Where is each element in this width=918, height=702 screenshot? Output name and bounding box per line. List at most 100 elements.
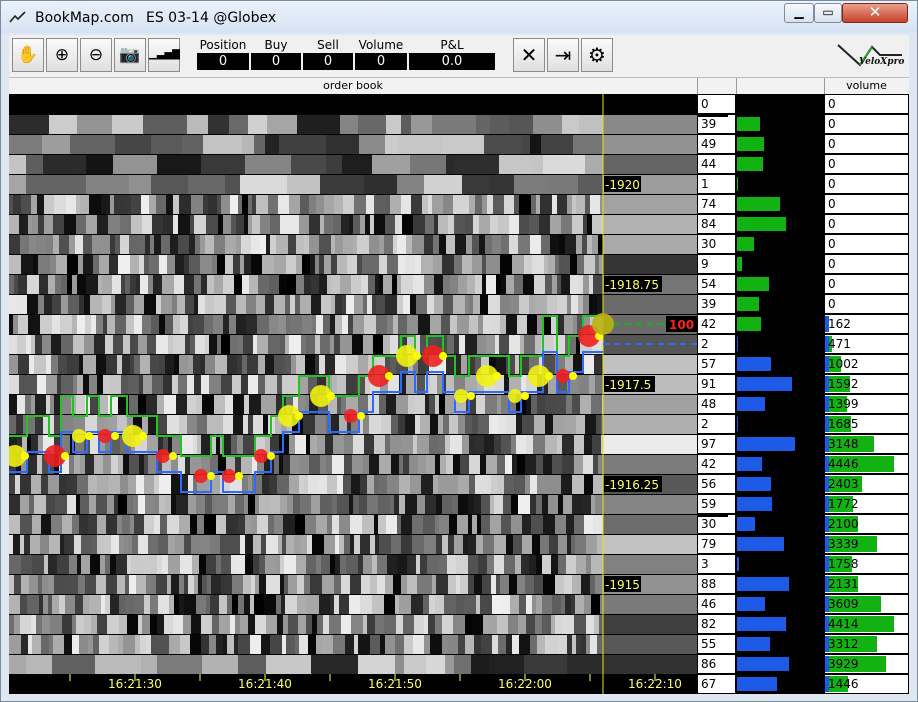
heatmap-cell: [297, 115, 340, 134]
order-size-cell[interactable]: 54: [698, 275, 735, 293]
minimize-button[interactable]: ▁: [784, 3, 814, 23]
heatmap-cell: [242, 355, 247, 374]
order-size-cell[interactable]: 67: [698, 675, 735, 693]
ladder-row[interactable]: 56 2403: [697, 474, 909, 494]
order-size-cell[interactable]: 44: [698, 155, 735, 173]
zoom-out-icon[interactable]: ⊖: [80, 38, 112, 72]
ladder-row[interactable]: 30 0: [697, 234, 909, 254]
heatmap-cell: [221, 95, 259, 114]
order-size-cell[interactable]: 42: [698, 455, 735, 473]
heatmap-cell: [447, 335, 454, 354]
heatmap-cell: [475, 435, 484, 454]
volume-cell: 0: [825, 235, 908, 253]
heatmap-cell: [340, 275, 351, 294]
trade-dot: [194, 469, 208, 483]
heatmap-cell: [558, 495, 563, 514]
ladder-row[interactable]: 00: [697, 94, 909, 114]
cancel-orders-icon[interactable]: ✕: [513, 38, 545, 72]
zoom-in-icon[interactable]: ⊕: [46, 38, 78, 72]
order-size-cell[interactable]: 57: [698, 355, 735, 373]
order-size-cell[interactable]: 9: [698, 255, 735, 273]
heatmap-cell: [173, 215, 178, 234]
order-size-cell[interactable]: 55: [698, 635, 735, 653]
ladder-row[interactable]: 48 1399: [697, 394, 909, 414]
order-size-cell[interactable]: 79: [698, 535, 735, 553]
ladder-row[interactable]: 86 3929: [697, 654, 909, 674]
ladder-row[interactable]: 84 0: [697, 214, 909, 234]
ladder-row[interactable]: 44 0: [697, 154, 909, 174]
order-size-cell[interactable]: 82: [698, 615, 735, 633]
heatmap-cell: [510, 295, 519, 314]
ladder-row[interactable]: 42 4446: [697, 454, 909, 474]
order-book-heatmap[interactable]: 16:21:30 16:21:40 16:21:50 16:22:00 16:22:10…: [9, 94, 697, 694]
ladder-row[interactable]: 39 0: [697, 294, 909, 314]
order-size-cell[interactable]: 88: [698, 575, 735, 593]
order-size-cell[interactable]: 84: [698, 215, 735, 233]
maximize-button[interactable]: ▭: [814, 3, 842, 23]
ladder-row[interactable]: 30 2100: [697, 514, 909, 534]
order-size-cell[interactable]: 39: [698, 295, 735, 313]
ladder-row[interactable]: 55 3312: [697, 634, 909, 654]
order-size-cell[interactable]: 1: [698, 175, 735, 193]
heatmap-cell: [326, 155, 342, 174]
order-size-cell[interactable]: 42: [698, 315, 735, 333]
trade-dot: [295, 412, 303, 420]
order-size-cell[interactable]: 30: [698, 515, 735, 533]
ladder-row[interactable]: 91 1592: [697, 374, 909, 394]
order-size-cell[interactable]: 91: [698, 375, 735, 393]
ladder-row[interactable]: 79 3339: [697, 534, 909, 554]
order-size-cell[interactable]: 97: [698, 435, 735, 453]
close-button[interactable]: ✕: [842, 3, 908, 23]
camera-icon[interactable]: 📷: [114, 38, 146, 72]
ladder-row[interactable]: 3 1758: [697, 554, 909, 574]
order-size-cell[interactable]: 59: [698, 495, 735, 513]
ladder-row[interactable]: 57 1002: [697, 354, 909, 374]
order-size-cell[interactable]: 30: [698, 235, 735, 253]
ladder-row[interactable]: 46 3609: [697, 594, 909, 614]
ladder-row[interactable]: 88 2131: [697, 574, 909, 594]
ladder-row[interactable]: 67 1446: [697, 674, 909, 694]
order-size-cell[interactable]: 39: [698, 115, 735, 133]
order-size-cell[interactable]: 46: [698, 595, 735, 613]
ladder-row[interactable]: 10: [697, 174, 909, 194]
signal-bars-icon[interactable]: ▁▃▅▇: [148, 38, 180, 72]
ladder-row[interactable]: 2 1685: [697, 414, 909, 434]
heatmap-cell: [552, 195, 557, 214]
order-size-cell[interactable]: 86: [698, 655, 735, 673]
heatmap-cell: [89, 375, 97, 394]
order-size-cell[interactable]: 2: [698, 335, 735, 353]
order-size-cell[interactable]: 0: [698, 95, 735, 113]
ladder-row[interactable]: 54 0: [697, 274, 909, 294]
heatmap-cell: [86, 175, 129, 194]
order-size-cell[interactable]: 3: [698, 555, 735, 573]
heatmap-cell: [55, 275, 61, 294]
heatmap-cell: [164, 615, 173, 634]
ladder-row[interactable]: 39 0: [697, 114, 909, 134]
order-size-cell[interactable]: 2: [698, 415, 735, 433]
heatmap-cell: [206, 215, 218, 234]
price-ladder[interactable]: 0 0 39 0 49 0 44 0 1 0 74 0 84 0 30 0 9 0 54 0 39 0 42 162 2 471 5…: [697, 94, 909, 694]
order-size-cell[interactable]: 74: [698, 195, 735, 213]
ladder-row[interactable]: 59 1772: [697, 494, 909, 514]
ladder-row[interactable]: 82 4414: [697, 614, 909, 634]
ladder-row[interactable]: 42 162: [697, 314, 909, 334]
exit-position-icon[interactable]: ⇥: [547, 38, 579, 72]
heatmap-cell: [358, 655, 395, 674]
volume-text: 1758: [828, 557, 859, 571]
heatmap-cell: [80, 95, 96, 114]
heatmap-cell: [401, 435, 413, 454]
ladder-row[interactable]: 2 471: [697, 334, 909, 354]
ladder-row[interactable]: 90: [697, 254, 909, 274]
order-size-cell[interactable]: 48: [698, 395, 735, 413]
title-bar[interactable]: BookMap.com ES 03-14 @Globex ▁ ▭ ✕: [1, 1, 917, 33]
ladder-row[interactable]: 97 3148: [697, 434, 909, 454]
pan-hand-icon[interactable]: ✋: [12, 38, 44, 72]
ladder-row[interactable]: 74 0: [697, 194, 909, 214]
order-size-cell[interactable]: 56: [698, 475, 735, 493]
settings-gear-icon[interactable]: ⚙: [581, 38, 613, 72]
volume-cell: 2131: [825, 575, 908, 593]
heatmap-cell: [141, 655, 157, 674]
ladder-row[interactable]: 49 0: [697, 134, 909, 154]
order-size-cell[interactable]: 49: [698, 135, 735, 153]
heatmap-cell: [354, 635, 358, 654]
